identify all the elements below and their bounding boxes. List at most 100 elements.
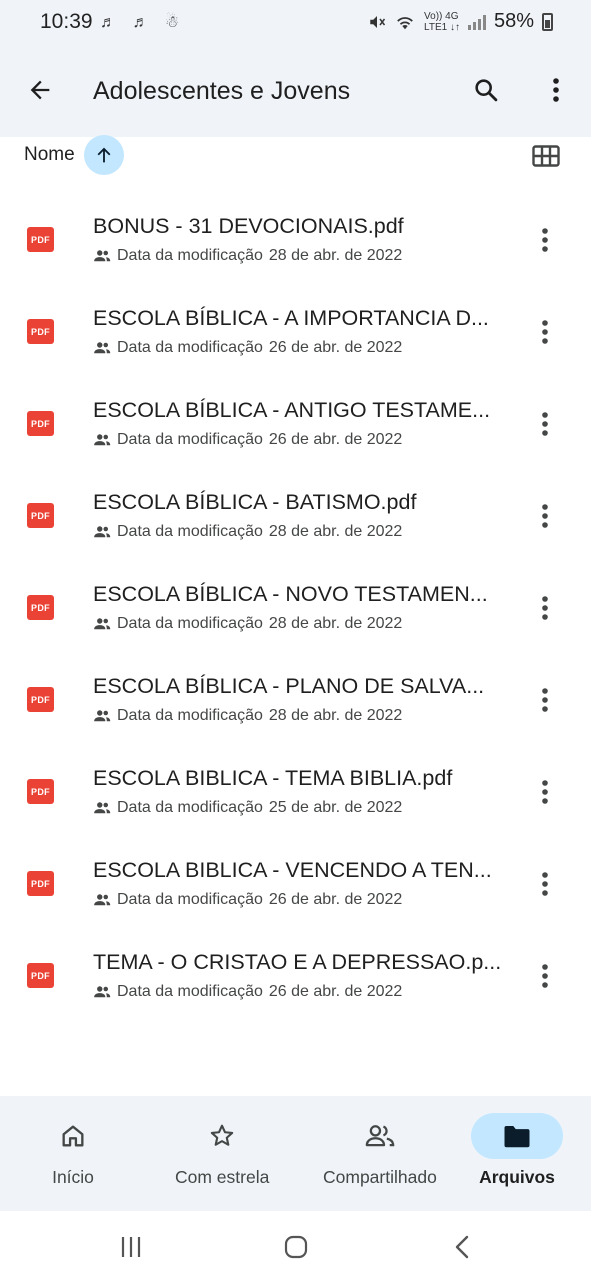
page-title: Adolescentes e Jovens [93, 77, 351, 105]
back-button[interactable] [22, 72, 58, 108]
modified-date: 28 de abr. de 2022 [268, 615, 403, 632]
file-meta: Data da modificação 26 de abr. de 2022 [93, 891, 402, 909]
file-row[interactable]: PDF ESCOLA BIBLICA - VENCENDO A TEN... D… [0, 839, 591, 931]
modified-label: Data da modificação [117, 339, 263, 356]
pdf-icon: PDF [27, 595, 54, 620]
modified-date: 28 de abr. de 2022 [268, 247, 403, 264]
status-time: 10:39 [40, 10, 93, 33]
sort-direction-button[interactable] [84, 135, 124, 175]
nav-pill [334, 1113, 426, 1159]
signal-icon [467, 14, 486, 30]
more-vert-icon [542, 504, 548, 528]
file-more-button[interactable] [530, 685, 560, 715]
file-more-button[interactable] [530, 501, 560, 531]
modified-label: Data da modificação [117, 799, 263, 816]
pdf-icon: PDF [27, 319, 54, 344]
nav-item-compartilhado[interactable]: Compartilhado [323, 1096, 437, 1211]
nav-item-inicio[interactable]: Início [27, 1096, 119, 1211]
shared-people-icon [94, 710, 111, 722]
file-row[interactable]: PDF TEMA - O CRISTAO E A DEPRESSAO.p... … [0, 931, 591, 1023]
file-row[interactable]: PDF ESCOLA BÍBLICA - PLANO DE SALVA... D… [0, 655, 591, 747]
file-more-button[interactable] [530, 961, 560, 991]
network-labels: Vo)) 4G LTE1 ↓↑ [424, 11, 460, 33]
more-vert-icon [542, 596, 548, 620]
battery-percent: 58% [493, 10, 534, 32]
home-circle-icon [284, 1235, 308, 1259]
file-more-button[interactable] [530, 225, 560, 255]
file-meta: Data da modificação 28 de abr. de 2022 [93, 523, 402, 541]
wifi-icon [397, 16, 413, 29]
pdf-icon: PDF [27, 503, 54, 528]
shared-people-icon [94, 526, 111, 538]
notification-icons: ♬ ♬ ☃ [100, 14, 186, 31]
file-row[interactable]: PDF ESCOLA BÍBLICA - BATISMO.pdf Data da… [0, 471, 591, 563]
chevron-left-icon [455, 1235, 469, 1259]
nav-pill-active [471, 1113, 563, 1159]
file-more-button[interactable] [530, 593, 560, 623]
file-name: ESCOLA BIBLICA - VENCENDO A TEN... [93, 858, 492, 882]
more-vert-icon [542, 780, 548, 804]
battery-icon [542, 12, 553, 31]
modified-date: 28 de abr. de 2022 [268, 707, 403, 724]
nav-pill [176, 1113, 268, 1159]
system-navigation-bar [0, 1211, 591, 1280]
nav-item-com-estrela[interactable]: Com estrela [175, 1096, 269, 1211]
shared-people-icon [94, 894, 111, 906]
arrow-back-icon [30, 80, 50, 100]
file-more-button[interactable] [530, 317, 560, 347]
file-more-button[interactable] [530, 869, 560, 899]
modified-date: 28 de abr. de 2022 [268, 523, 403, 540]
search-button[interactable] [468, 72, 504, 108]
modified-label: Data da modificação [117, 247, 263, 264]
people-icon [365, 1125, 395, 1147]
shared-people-icon [94, 802, 111, 814]
pdf-icon: PDF [27, 687, 54, 712]
file-row[interactable]: PDF ESCOLA BÍBLICA - ANTIGO TESTAME... D… [0, 379, 591, 471]
file-meta: Data da modificação 25 de abr. de 2022 [93, 799, 402, 817]
back-nav-button[interactable] [447, 1232, 477, 1262]
more-vert-icon [542, 688, 548, 712]
modified-label: Data da modificação [117, 707, 263, 724]
modified-date: 25 de abr. de 2022 [268, 799, 403, 816]
file-more-button[interactable] [530, 409, 560, 439]
folder-icon [504, 1126, 530, 1148]
modified-date: 26 de abr. de 2022 [268, 339, 403, 356]
pdf-icon: PDF [27, 871, 54, 896]
file-meta: Data da modificação 28 de abr. de 2022 [93, 615, 402, 633]
sort-row: Nome [0, 135, 591, 187]
network-label-bottom: LTE1 ↓↑ [424, 21, 460, 33]
file-more-button[interactable] [530, 777, 560, 807]
modified-date: 26 de abr. de 2022 [268, 891, 403, 908]
mute-icon [370, 15, 386, 28]
grid-view-icon [532, 145, 560, 167]
overflow-menu-button[interactable] [538, 72, 574, 108]
file-name: ESCOLA BÍBLICA - BATISMO.pdf [93, 490, 417, 514]
more-vert-icon [542, 228, 548, 252]
pdf-icon: PDF [27, 227, 54, 252]
file-row[interactable]: PDF ESCOLA BÍBLICA - NOVO TESTAMEN... Da… [0, 563, 591, 655]
nav-item-arquivos[interactable]: Arquivos [471, 1096, 563, 1211]
grid-view-button[interactable] [530, 140, 562, 172]
file-row[interactable]: PDF ESCOLA BIBLICA - TEMA BIBLIA.pdf Dat… [0, 747, 591, 839]
network-label-top: Vo)) 4G [424, 10, 459, 22]
file-row[interactable]: PDF ESCOLA BÍBLICA - A IMPORTANCIA D... … [0, 287, 591, 379]
file-meta: Data da modificação 28 de abr. de 2022 [93, 247, 402, 265]
pdf-icon: PDF [27, 779, 54, 804]
file-name: ESCOLA BÍBLICA - A IMPORTANCIA D... [93, 306, 489, 330]
home-nav-button[interactable] [281, 1232, 311, 1262]
recent-apps-button[interactable] [116, 1232, 146, 1262]
modified-date: 26 de abr. de 2022 [268, 983, 403, 1000]
sort-label[interactable]: Nome [24, 144, 75, 166]
file-row[interactable]: PDF BONUS - 31 DEVOCIONAIS.pdf Data da m… [0, 195, 591, 287]
file-meta: Data da modificação 26 de abr. de 2022 [93, 339, 402, 357]
home-icon [62, 1125, 84, 1147]
file-meta: Data da modificação 28 de abr. de 2022 [93, 707, 402, 725]
nav-pill [27, 1113, 119, 1159]
app-bar: Adolescentes e Jovens [0, 46, 591, 137]
file-meta: Data da modificação 26 de abr. de 2022 [93, 983, 402, 1001]
pdf-icon: PDF [27, 963, 54, 988]
file-name: ESCOLA BIBLICA - TEMA BIBLIA.pdf [93, 766, 453, 790]
modified-label: Data da modificação [117, 891, 263, 908]
modified-label: Data da modificação [117, 523, 263, 540]
shared-people-icon [94, 342, 111, 354]
